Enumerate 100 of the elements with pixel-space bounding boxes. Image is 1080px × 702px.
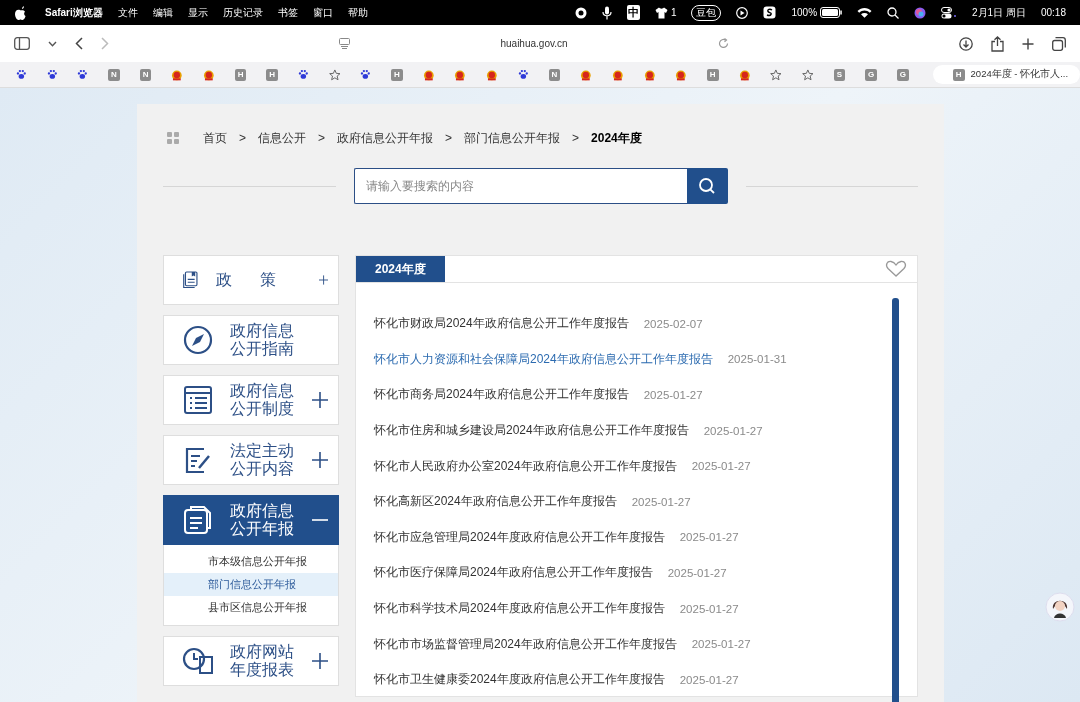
search-field[interactable]: 请输入要搜索的内容 [353,168,687,204]
tab-favicon: H [952,68,965,81]
submenu-item[interactable]: 县市区信息公开年报 [164,596,338,619]
date-label: 2025-01-27 [679,602,739,615]
report-link[interactable]: 怀化市人民政府办公室2024年政府信息公开工作年度报告 [374,457,677,475]
menu-item[interactable]: 帮助 [347,5,368,20]
record-icon[interactable] [574,6,587,19]
breadcrumb-link[interactable]: 政府信息公开年报 [337,129,434,147]
sidebar-item[interactable]: 法定主动 公开内容 [163,435,339,485]
date-label: 2025-01-27 [703,424,763,437]
menu-item[interactable]: 显示 [187,5,208,20]
expand-icon[interactable] [318,272,328,288]
date-label[interactable]: 2月1日 周日 [972,5,1026,20]
microphone-icon[interactable] [601,5,612,20]
paw-icon[interactable] [77,69,89,80]
shirt-icon[interactable] [654,6,668,19]
report-link[interactable]: 怀化市商务局2024年政府信息公开工作年度报告 [374,386,629,404]
assistant-avatar[interactable] [1045,592,1075,622]
emblem-icon[interactable] [611,68,624,81]
report-link[interactable]: 怀化市卫生健康委2024年度政府信息公开工作年度报告 [374,671,665,689]
search-button[interactable] [686,168,728,204]
browser-tab[interactable]: H 2024年度 - 怀化市人... [932,65,1080,84]
paw-icon[interactable] [360,69,372,80]
search-icon[interactable] [887,6,900,19]
submenu-item[interactable]: 部门信息公开年报 [164,573,338,596]
sidebar-item[interactable]: 政府网站 年度报表 [163,636,339,686]
submenu-item[interactable]: 市本级信息公开年报 [164,550,338,573]
menu-item[interactable]: 书签 [277,5,298,20]
reload-icon[interactable] [717,38,729,49]
menu-item[interactable]: 窗口 [312,5,333,20]
control-center-icon[interactable] [941,6,958,19]
expand-icon[interactable] [312,392,328,408]
report-link[interactable]: 怀化市市场监督管理局2024年政府信息公开工作年度报告 [374,635,677,653]
tabs-icon[interactable] [1052,36,1066,51]
address-bar[interactable]: huaihua.gov.cn [331,34,737,53]
scrollbar[interactable] [892,298,899,702]
emblem-icon[interactable] [203,68,215,81]
star-icon[interactable] [801,68,814,81]
emblem-icon[interactable] [422,68,435,81]
report-link[interactable]: 怀化市应急管理局2024年度政府信息公开工作年度报告 [374,528,665,546]
page-menu-icon[interactable] [339,38,351,49]
report-link[interactable]: 怀化高新区2024年政府信息公开工作年度报告 [374,493,617,511]
emblem-icon[interactable] [738,68,751,81]
star-icon[interactable] [328,68,341,81]
siri-icon[interactable] [914,6,927,19]
plus-icon[interactable] [1022,37,1034,50]
date-label: 2025-01-27 [643,389,703,401]
breadcrumb-link[interactable]: 信息公开 [258,129,306,147]
expand-icon[interactable] [312,653,328,669]
back-icon[interactable] [75,37,83,50]
date-label: 2025-01-27 [679,531,739,544]
sidebar-item[interactable]: 政策 [163,255,339,305]
apple-icon[interactable] [14,5,26,20]
paw-icon[interactable] [46,69,58,80]
chevron-down-icon[interactable] [48,40,57,47]
star-icon[interactable] [770,68,782,81]
breadcrumb-separator: > [572,131,580,145]
sidebar-item[interactable]: 政府信息 公开年报 [163,495,339,545]
breadcrumb-link[interactable]: 部门信息公开年报 [464,129,561,147]
paw-icon[interactable] [517,69,529,80]
heart-icon[interactable] [885,260,907,278]
wifi-icon[interactable] [857,7,873,18]
menu-item[interactable]: 历史记录 [222,5,263,20]
paw-icon[interactable] [16,69,27,80]
breadcrumb-separator: > [445,131,453,145]
paw-icon[interactable] [298,69,309,80]
report-link[interactable]: 怀化市医疗保障局2024年政府信息公开工作年度报告 [374,564,653,582]
download-icon[interactable] [959,36,973,51]
sidebar-item[interactable]: 政府信息 公开指南 [163,315,339,365]
sidebar-icon[interactable] [14,37,30,50]
emblem-icon[interactable] [643,68,656,81]
emblem-icon[interactable] [675,68,687,81]
app-icon[interactable] [763,6,777,19]
clock-label[interactable]: 00:18 [1040,7,1066,18]
section-tab[interactable]: 2024年度 [356,256,445,282]
share-icon[interactable] [991,35,1004,52]
compass-icon [182,324,214,356]
play-icon[interactable] [736,6,749,19]
menu-item[interactable]: 文件 [117,5,138,20]
emblem-icon[interactable] [454,68,467,81]
battery-icon[interactable] [820,7,843,18]
report-link[interactable]: 怀化市财政局2024年政府信息公开工作年度报告 [374,315,629,333]
breadcrumb-link[interactable]: 首页 [203,129,227,147]
expand-icon[interactable] [312,452,328,468]
emblem-icon[interactable] [580,68,592,81]
battery-percent: 100% [791,7,818,18]
date-label: 2025-01-27 [631,495,691,508]
search-icon [698,177,716,195]
sidebar-item[interactable]: 政府信息 公开制度 [163,375,339,425]
menu-item[interactable]: 编辑 [152,5,173,20]
report-link[interactable]: 怀化市科学技术局2024年度政府信息公开工作年度报告 [374,600,665,618]
app-menu[interactable]: Safari浏览器 [45,5,103,20]
emblem-icon[interactable] [486,68,498,81]
report-link[interactable]: 怀化市人力资源和社会保障局2024年政府信息公开工作年度报告 [374,350,713,368]
clock-icon [182,645,214,677]
date-label: 2025-01-31 [727,353,787,366]
report-link[interactable]: 怀化市住房和城乡建设局2024年政府信息公开工作年度报告 [374,422,689,440]
grid-icon [167,132,179,144]
emblem-icon[interactable] [171,68,184,81]
input-method-indicator[interactable]: 中 [626,5,640,20]
